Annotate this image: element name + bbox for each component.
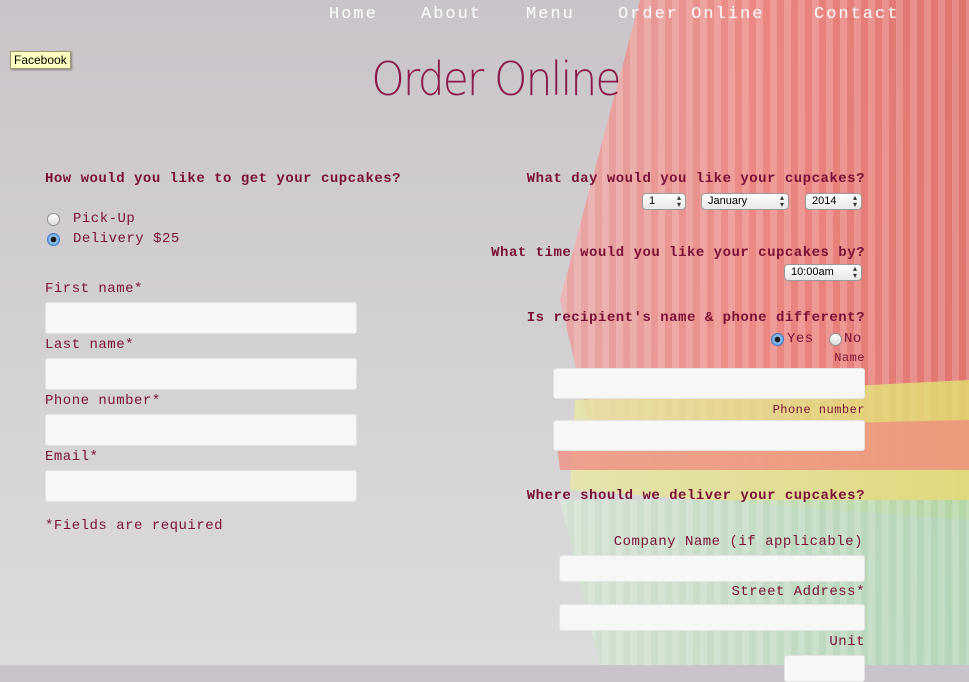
year-select[interactable]: 2014 ▴ ▾ [805, 193, 862, 210]
day-value: 1 [649, 195, 656, 207]
recipient-name-field[interactable] [553, 368, 865, 399]
phone-label: Phone number* [45, 393, 161, 409]
select-arrows-icon: ▴ ▾ [779, 193, 784, 209]
first-name-label: First name* [45, 281, 143, 297]
year-value: 2014 [812, 195, 837, 207]
phone-field[interactable] [45, 414, 357, 446]
nav-order-online[interactable]: Order Online [618, 5, 764, 24]
first-name-field[interactable] [45, 302, 357, 334]
recipient-name-label: Name [834, 351, 865, 365]
street-label: Street Address* [731, 584, 865, 600]
time-value: 10:00am [791, 266, 834, 278]
unit-label: Unit [829, 634, 865, 650]
nav-menu[interactable]: Menu [526, 5, 575, 24]
recipient-question: Is recipient's name & phone different? [526, 310, 865, 326]
nav-about[interactable]: About [421, 5, 482, 24]
delivery-radio[interactable] [47, 233, 60, 246]
recipient-no-radio[interactable] [829, 333, 842, 346]
select-arrows-icon: ▴ ▾ [676, 193, 681, 209]
recipient-phone-label: Phone number [772, 403, 865, 417]
day-select[interactable]: 1 ▴ ▾ [642, 193, 686, 210]
recipient-no-label: No [844, 331, 862, 347]
date-question: What day would you like your cupcakes? [526, 171, 865, 187]
facebook-tooltip: Facebook [10, 51, 71, 69]
unit-field[interactable] [784, 655, 865, 682]
pickup-question: How would you like to get your cupcakes? [45, 171, 402, 187]
select-arrows-icon: ▴ ▾ [852, 193, 857, 209]
nav-contact[interactable]: Contact [814, 5, 899, 24]
email-label: Email* [45, 449, 99, 465]
time-question: What time would you like your cupcakes b… [491, 245, 865, 261]
select-arrows-icon: ▴ ▾ [852, 264, 857, 280]
pickup-radio[interactable] [47, 213, 60, 226]
time-select[interactable]: 10:00am ▴ ▾ [784, 264, 862, 281]
street-field[interactable] [559, 604, 865, 631]
company-label: Company Name (if applicable) [613, 534, 863, 550]
last-name-label: Last name* [45, 337, 135, 353]
recipient-yes-label: Yes [787, 331, 814, 347]
delivery-label: Delivery $25 [73, 231, 180, 247]
page-title: Order Online [371, 52, 621, 106]
required-note: *Fields are required [45, 518, 224, 534]
top-nav: Home About Menu Order Online Contact [0, 5, 969, 27]
company-field[interactable] [559, 555, 865, 582]
email-field[interactable] [45, 470, 357, 502]
recipient-yes-radio[interactable] [771, 333, 784, 346]
delivery-question: Where should we deliver your cupcakes? [526, 488, 865, 504]
pickup-label: Pick-Up [73, 211, 136, 227]
last-name-field[interactable] [45, 358, 357, 390]
month-value: January [708, 195, 748, 207]
recipient-phone-field[interactable] [553, 420, 865, 451]
nav-home[interactable]: Home [329, 5, 378, 24]
month-select[interactable]: January ▴ ▾ [701, 193, 789, 210]
